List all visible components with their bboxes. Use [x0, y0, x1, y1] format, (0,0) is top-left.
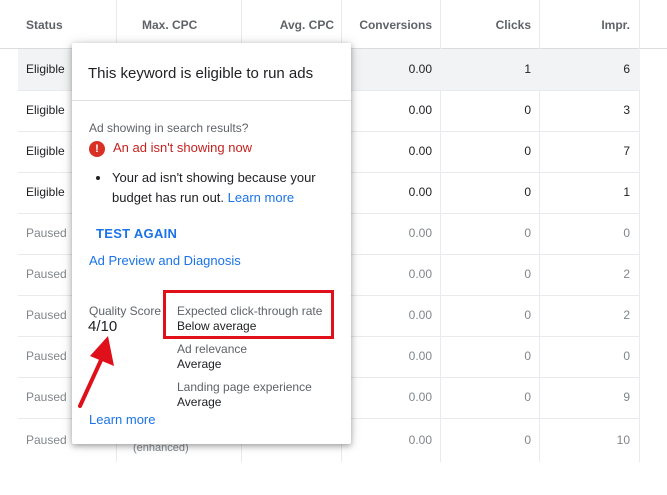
impr-cell: 10: [616, 433, 630, 447]
metric-value: Average: [177, 395, 222, 409]
clicks-cell: 0: [524, 226, 531, 240]
conversions-cell: 0.00: [408, 226, 432, 240]
status-cell: Paused: [26, 226, 67, 240]
conversions-cell: 0.00: [408, 308, 432, 322]
impr-cell: 2: [623, 308, 630, 322]
metric-ad-relevance: Ad relevance Average: [177, 342, 247, 371]
table-header: Status Max. CPC Avg. CPC Conversions Cli…: [0, 0, 667, 49]
ad-preview-diagnosis-link[interactable]: Ad Preview and Diagnosis: [89, 253, 241, 268]
impr-cell: 0: [623, 226, 630, 240]
clicks-cell: 0: [524, 144, 531, 158]
quality-learn-more-link[interactable]: Learn more: [89, 412, 155, 427]
status-cell: Paused: [26, 267, 67, 281]
impr-cell: 6: [623, 62, 630, 76]
conversions-cell: 0.00: [408, 62, 432, 76]
ad-showing-question: Ad showing in search results?: [89, 121, 249, 135]
error-circle-icon: !: [89, 140, 105, 157]
ad-not-showing-message: ! An ad isn't showing now: [89, 140, 252, 157]
impr-cell: 3: [623, 103, 630, 117]
impr-cell: 2: [623, 267, 630, 281]
status-cell: Paused: [26, 349, 67, 363]
conversions-cell: 0.00: [408, 349, 432, 363]
clicks-cell: 0: [524, 267, 531, 281]
clicks-cell: 0: [524, 349, 531, 363]
popup-divider: [72, 100, 351, 101]
clicks-cell: 0: [524, 433, 531, 447]
conversions-cell: 0.00: [408, 185, 432, 199]
error-text: An ad isn't showing now: [113, 140, 253, 155]
metric-value: Average: [177, 357, 222, 371]
metric-label: Landing page experience: [177, 380, 312, 394]
clicks-cell: 1: [524, 62, 531, 76]
header-clicks[interactable]: Clicks: [450, 0, 531, 48]
budget-learn-more-link[interactable]: Learn more: [228, 190, 294, 205]
clicks-cell: 0: [524, 390, 531, 404]
header-impr[interactable]: Impr.: [550, 0, 630, 48]
highlight-box: [163, 290, 334, 339]
status-cell: Eligible: [26, 62, 65, 76]
header-max-cpc[interactable]: Max. CPC: [142, 0, 197, 48]
header-conversions[interactable]: Conversions: [340, 0, 432, 48]
metric-landing-page: Landing page experience Average: [177, 380, 312, 409]
header-status[interactable]: Status: [26, 0, 63, 48]
metric-label: Ad relevance: [177, 342, 248, 356]
clicks-cell: 0: [524, 185, 531, 199]
conversions-cell: 0.00: [408, 390, 432, 404]
impr-cell: 7: [623, 144, 630, 158]
impr-cell: 1: [623, 185, 630, 199]
budget-bullet: Your ad isn't showing because your budge…: [96, 168, 336, 208]
clicks-cell: 0: [524, 103, 531, 117]
conversions-cell: 0.00: [408, 267, 432, 281]
bullet-dot: [96, 176, 100, 180]
red-arrow-icon: [78, 336, 114, 408]
impr-cell: 0: [623, 349, 630, 363]
conversions-cell: 0.00: [408, 144, 432, 158]
status-cell: Eligible: [26, 103, 65, 117]
bullet-text-wrap: Your ad isn't showing because your budge…: [112, 168, 336, 208]
status-cell: Paused: [26, 433, 67, 447]
popup-title: This keyword is eligible to run ads: [88, 65, 314, 82]
impr-cell: 9: [623, 390, 630, 404]
conversions-cell: 0.00: [408, 103, 432, 117]
clicks-cell: 0: [524, 308, 531, 322]
conversions-cell: 0.00: [408, 433, 432, 447]
status-cell: Eligible: [26, 144, 65, 158]
test-again-button[interactable]: TEST AGAIN: [96, 226, 177, 241]
status-cell: Paused: [26, 390, 67, 404]
status-cell: Eligible: [26, 185, 65, 199]
status-cell: Paused: [26, 308, 67, 322]
quality-score-label: Quality Score: [89, 304, 162, 318]
header-avg-cpc[interactable]: Avg. CPC: [254, 0, 334, 48]
